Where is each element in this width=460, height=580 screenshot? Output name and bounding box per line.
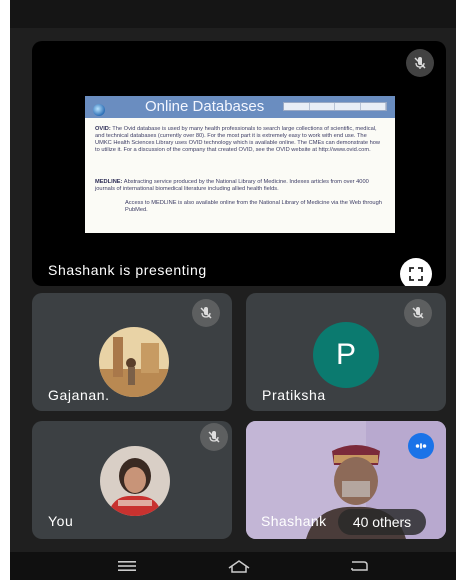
slide-ovid-paragraph: OVID: The Ovid database is used by many … bbox=[95, 126, 385, 154]
participant-name: Pratiksha bbox=[262, 387, 326, 403]
participant-tile-you[interactable]: You bbox=[32, 421, 232, 539]
slide-logo-icon bbox=[93, 104, 105, 116]
mic-off-icon bbox=[200, 423, 228, 451]
mic-off-icon bbox=[404, 299, 432, 327]
slide-nav-strip bbox=[283, 102, 387, 111]
presenter-label: Shashank is presenting bbox=[48, 262, 207, 278]
mic-off-icon bbox=[192, 299, 220, 327]
menu-button[interactable] bbox=[112, 556, 142, 576]
fullscreen-icon bbox=[409, 267, 423, 281]
more-button[interactable] bbox=[408, 433, 434, 459]
slide-medline-text: Abstracting service produced by the Nati… bbox=[95, 179, 369, 192]
home-button[interactable] bbox=[224, 556, 254, 576]
slide-medline-heading: MEDLINE: bbox=[95, 179, 123, 185]
participant-tile-shashank[interactable]: Shashank 40 others bbox=[246, 421, 446, 539]
slide-ovid-text: The Ovid database is used by many health… bbox=[95, 126, 381, 153]
others-count-button[interactable]: 40 others bbox=[338, 509, 426, 535]
slide-title: Online Databases bbox=[145, 98, 265, 115]
mic-off-icon bbox=[406, 49, 434, 77]
participant-name: Gajanan. bbox=[48, 387, 110, 403]
menu-icon bbox=[118, 561, 136, 571]
fullscreen-button[interactable] bbox=[400, 258, 432, 286]
back-button[interactable] bbox=[344, 556, 374, 576]
slide-ovid-heading: OVID: bbox=[95, 126, 111, 132]
slide-medline-paragraph: MEDLINE: Abstracting service produced by… bbox=[95, 179, 385, 193]
presentation-tile[interactable]: Online Databases OVID: The Ovid database… bbox=[32, 41, 446, 286]
participant-name: Shashank bbox=[261, 513, 327, 529]
participant-tile-pratiksha[interactable]: P Pratiksha bbox=[246, 293, 446, 411]
shared-slide: Online Databases OVID: The Ovid database… bbox=[85, 96, 395, 233]
avatar: P bbox=[313, 322, 379, 388]
back-icon bbox=[351, 561, 368, 571]
home-icon bbox=[228, 560, 250, 573]
meeting-screen: Online Databases OVID: The Ovid database… bbox=[10, 0, 456, 580]
system-nav-bar bbox=[10, 552, 456, 580]
slide-header: Online Databases bbox=[85, 96, 395, 118]
avatar bbox=[100, 446, 170, 516]
slide-medline-sub: Access to MEDLINE is also available onli… bbox=[125, 200, 382, 213]
status-bar bbox=[10, 0, 456, 28]
participant-name: You bbox=[48, 513, 74, 529]
participant-tile-gajanan[interactable]: Gajanan. bbox=[32, 293, 232, 411]
more-icon bbox=[415, 443, 427, 449]
